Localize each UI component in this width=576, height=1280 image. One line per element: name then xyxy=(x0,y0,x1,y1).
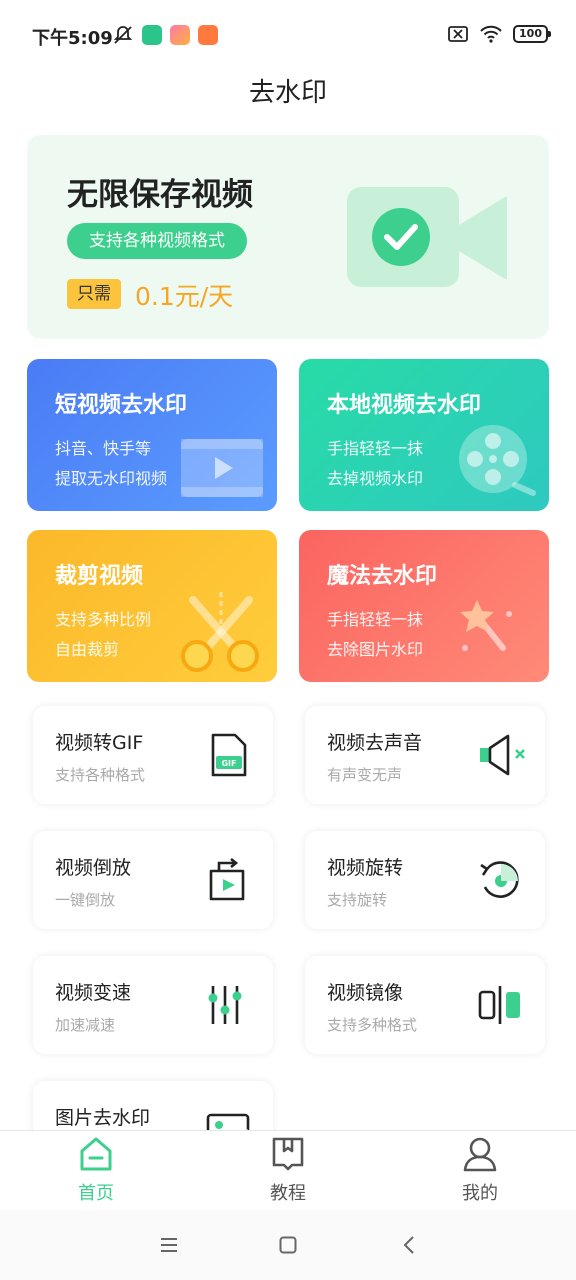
local-video-watermark-card[interactable]: 本地视频去水印 手指轻轻一抹 去掉视频水印 xyxy=(299,359,549,511)
gif-file-icon: GIF xyxy=(211,733,247,777)
sim-off-icon xyxy=(448,26,468,42)
card-title: 魔法去水印 xyxy=(327,564,438,589)
remove-audio-card[interactable]: 视频去声音 有声变无声 xyxy=(305,706,545,804)
tool-subtitle: 加速减速 xyxy=(55,1016,116,1034)
mirror-video-card[interactable]: 视频镜像 支持多种格式 xyxy=(305,956,545,1054)
home-square-icon[interactable] xyxy=(279,1236,297,1254)
tool-title: 视频旋转 xyxy=(327,857,404,879)
user-icon xyxy=(463,1137,497,1172)
home-icon xyxy=(80,1137,112,1171)
shop-app-icon xyxy=(198,25,218,45)
wifi-icon xyxy=(480,25,502,43)
bell-muted-icon xyxy=(113,26,133,44)
bottom-nav: 首页 教程 我的 xyxy=(0,1130,576,1210)
system-icons: 100 xyxy=(447,24,551,44)
promo-title: 无限保存视频 xyxy=(67,177,253,213)
promo-banner[interactable]: 无限保存视频 支持各种视频格式 只需 0.1元/天 xyxy=(27,135,549,339)
rotate-icon xyxy=(480,861,519,898)
speed-sliders-icon xyxy=(208,986,242,1024)
tool-subtitle: 有声变无声 xyxy=(327,766,403,784)
back-icon[interactable] xyxy=(402,1236,416,1254)
tool-title: 图片去水印 xyxy=(55,1107,151,1129)
tool-title: 视频转GIF xyxy=(55,732,144,754)
card-line-1: 抖音、快手等 xyxy=(55,439,152,458)
tool-title: 视频去声音 xyxy=(327,732,423,754)
tool-title: 视频变速 xyxy=(55,982,132,1004)
card-line-1: 手指轻轻一抹 xyxy=(327,439,424,458)
video-to-gif-card[interactable]: 视频转GIF 支持各种格式 GIF xyxy=(33,706,273,804)
battery-indicator: 100 xyxy=(513,25,551,43)
card-line-2: 去除图片水印 xyxy=(327,640,424,659)
tool-subtitle: 支持各种格式 xyxy=(55,766,146,784)
tool-subtitle: 一键倒放 xyxy=(55,891,116,909)
tool-subtitle: 支持多种格式 xyxy=(327,1016,418,1034)
mute-speaker-icon xyxy=(480,734,525,776)
card-line-2: 自由裁剪 xyxy=(55,640,120,659)
tool-subtitle: 支持旋转 xyxy=(327,891,388,909)
promo-tag: 支持各种视频格式 xyxy=(67,223,247,259)
magic-watermark-card[interactable]: 魔法去水印 手指轻轻一抹 去除图片水印 xyxy=(299,530,549,682)
card-line-2: 去掉视频水印 xyxy=(327,469,424,488)
scissors-icon xyxy=(181,592,259,672)
card-title: 本地视频去水印 xyxy=(327,393,482,418)
gif-label: GIF xyxy=(221,759,236,768)
magic-wand-icon xyxy=(460,600,512,651)
shield-app-icon xyxy=(142,25,162,45)
card-title: 裁剪视频 xyxy=(55,564,144,589)
menu-icon[interactable] xyxy=(160,1236,178,1254)
card-title: 短视频去水印 xyxy=(55,393,188,418)
book-icon xyxy=(272,1137,304,1171)
nav-mine[interactable]: 我的 xyxy=(420,1135,540,1205)
status-time: 下午5:09 xyxy=(32,28,113,49)
nav-tutorial[interactable]: 教程 xyxy=(228,1135,348,1205)
mirror-icon xyxy=(478,986,520,1024)
system-nav-bar xyxy=(0,1210,576,1280)
promo-price: 0.1元/天 xyxy=(135,282,234,311)
reverse-video-card[interactable]: 视频倒放 一键倒放 xyxy=(33,831,273,929)
tool-title: 视频镜像 xyxy=(327,982,404,1004)
film-strip-icon xyxy=(181,439,263,497)
short-video-watermark-card[interactable]: 短视频去水印 抖音、快手等 提取无水印视频 xyxy=(27,359,277,511)
rotate-video-card[interactable]: 视频旋转 支持旋转 xyxy=(305,831,545,929)
game-app-icon xyxy=(170,25,190,45)
card-line-2: 提取无水印视频 xyxy=(55,469,168,488)
nav-home[interactable]: 首页 xyxy=(36,1135,156,1205)
card-line-1: 支持多种比例 xyxy=(55,610,152,629)
card-line-1: 手指轻轻一抹 xyxy=(327,610,424,629)
page-title: 去水印 xyxy=(248,78,327,108)
promo-badge: 只需 xyxy=(67,279,121,309)
film-reel-icon xyxy=(459,425,536,496)
nav-tutorial-label: 教程 xyxy=(270,1183,306,1204)
reverse-play-icon xyxy=(209,857,245,901)
crop-video-card[interactable]: 裁剪视频 支持多种比例 自由裁剪 xyxy=(27,530,277,682)
nav-home-label: 首页 xyxy=(78,1183,114,1204)
video-check-icon xyxy=(347,187,507,287)
tool-title: 视频倒放 xyxy=(55,857,132,879)
nav-mine-label: 我的 xyxy=(462,1183,498,1204)
notification-icons xyxy=(112,24,218,46)
status-bar: 下午5:09 100 xyxy=(0,0,576,70)
speed-video-card[interactable]: 视频变速 加速减速 xyxy=(33,956,273,1054)
